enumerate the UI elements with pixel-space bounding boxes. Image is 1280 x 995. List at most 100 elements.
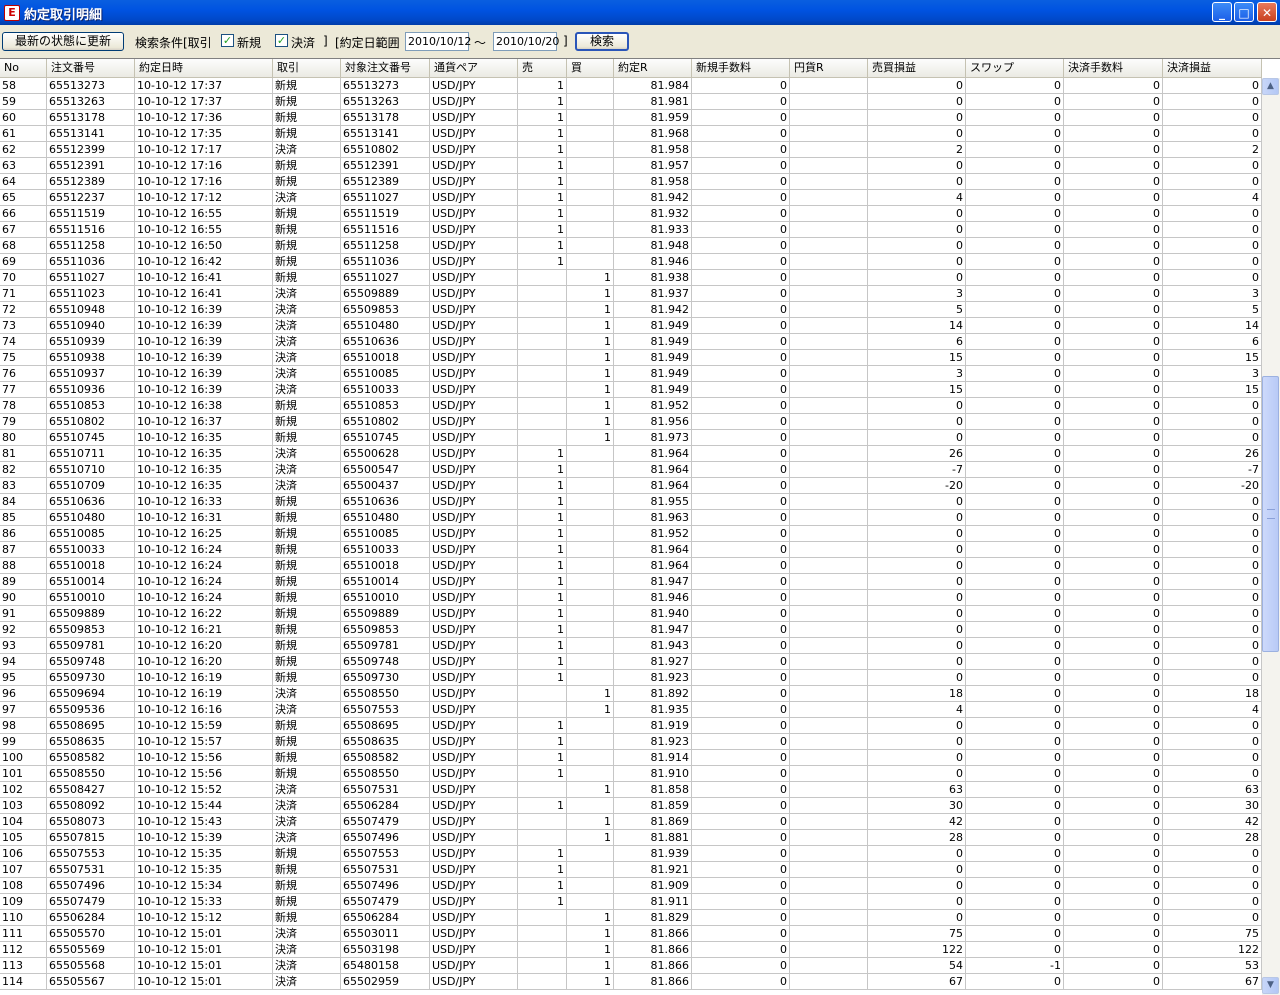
- table-row[interactable]: 71 65511023 10-10-12 16:41 決済 65509889 USD/JP…: [0, 286, 1262, 302]
- table-row[interactable]: 85 65510480 10-10-12 16:31 新規 65510480 USD/JP…: [0, 510, 1262, 526]
- table-row[interactable]: 87 65510033 10-10-12 16:24 新規 65510033 USD/JP…: [0, 542, 1262, 558]
- date-from-field[interactable]: 2010/10/12: [405, 32, 471, 51]
- cell-new-fee: 0: [692, 398, 790, 413]
- table-row[interactable]: 108 65507496 10-10-12 15:34 新規 65507496 USD/J…: [0, 878, 1262, 894]
- new-checkbox[interactable]: ✓: [221, 34, 234, 47]
- table-row[interactable]: 81 65510711 10-10-12 16:35 決済 65500628 USD/JP…: [0, 446, 1262, 462]
- column-header-currency-pair[interactable]: 通貨ペア: [430, 59, 518, 77]
- table-row[interactable]: 82 65510710 10-10-12 16:35 決済 65500547 USD/JP…: [0, 462, 1262, 478]
- table-row[interactable]: 114 65505567 10-10-12 15:01 決済 65502959 USD/J…: [0, 974, 1262, 990]
- table-row[interactable]: 101 65508550 10-10-12 15:56 新規 65508550 USD/J…: [0, 766, 1262, 782]
- column-header-no[interactable]: No: [0, 59, 47, 77]
- table-row[interactable]: 96 65509694 10-10-12 16:19 決済 65508550 USD/JP…: [0, 686, 1262, 702]
- cell-currency-pair: USD/JPY: [430, 590, 518, 605]
- cell-swap: 0: [966, 782, 1064, 797]
- table-row[interactable]: 113 65505568 10-10-12 15:01 決済 65480158 USD/J…: [0, 958, 1262, 974]
- trade-details-table[interactable]: No 注文番号 約定日時 取引 対象注文番号 通貨ペア売買約定R 新規手数料 円貨R 売買損益ス…: [0, 58, 1280, 995]
- table-row[interactable]: 80 65510745 10-10-12 16:35 新規 65510745 USD/JP…: [0, 430, 1262, 446]
- table-row[interactable]: 61 65513141 10-10-12 17:35 新規 65513141 USD/JP…: [0, 126, 1262, 142]
- column-header-buy[interactable]: 買: [567, 59, 614, 77]
- settle-checkbox[interactable]: ✓: [275, 34, 288, 47]
- scroll-thumb[interactable]: [1262, 376, 1279, 652]
- cell-order-number: 65510636: [47, 494, 135, 509]
- search-button[interactable]: 検索: [575, 32, 629, 51]
- column-header-trade-pnl[interactable]: 売買損益: [868, 59, 966, 77]
- table-row[interactable]: 64 65512389 10-10-12 17:16 新規 65512389 USD/JP…: [0, 174, 1262, 190]
- table-row[interactable]: 58 65513273 10-10-12 17:37 新規 65513273 USD/JP…: [0, 78, 1262, 94]
- cell-currency-pair: USD/JPY: [430, 878, 518, 893]
- table-row[interactable]: 86 65510085 10-10-12 16:25 新規 65510085 USD/JP…: [0, 526, 1262, 542]
- column-header-trade-type[interactable]: 取引: [273, 59, 341, 77]
- table-row[interactable]: 97 65509536 10-10-12 16:16 決済 65507553 USD/JP…: [0, 702, 1262, 718]
- column-header-sell[interactable]: 売: [518, 59, 567, 77]
- table-row[interactable]: 102 65508427 10-10-12 15:52 決済 65507531 USD/J…: [0, 782, 1262, 798]
- table-row[interactable]: 75 65510938 10-10-12 16:39 決済 65510018 USD/JP…: [0, 350, 1262, 366]
- table-row[interactable]: 89 65510014 10-10-12 16:24 新規 65510014 USD/JP…: [0, 574, 1262, 590]
- table-row[interactable]: 59 65513263 10-10-12 17:37 新規 65513263 USD/JP…: [0, 94, 1262, 110]
- table-row[interactable]: 111 65505570 10-10-12 15:01 決済 65503011 USD/J…: [0, 926, 1262, 942]
- table-row[interactable]: 109 65507479 10-10-12 15:33 新規 65507479 USD/J…: [0, 894, 1262, 910]
- table-row[interactable]: 78 65510853 10-10-12 16:38 新規 65510853 USD/JP…: [0, 398, 1262, 414]
- cell-exec-rate: 81.909: [614, 878, 692, 893]
- table-row[interactable]: 95 65509730 10-10-12 16:19 新規 65509730 USD/JP…: [0, 670, 1262, 686]
- table-row[interactable]: 84 65510636 10-10-12 16:33 新規 65510636 USD/JP…: [0, 494, 1262, 510]
- table-row[interactable]: 63 65512391 10-10-12 17:16 新規 65512391 USD/JP…: [0, 158, 1262, 174]
- column-header-settle-fee[interactable]: 決済手数料: [1064, 59, 1163, 77]
- table-row[interactable]: 112 65505569 10-10-12 15:01 決済 65503198 USD/J…: [0, 942, 1262, 958]
- cell-exec-datetime: 10-10-12 17:17: [135, 142, 273, 157]
- app-icon[interactable]: E: [4, 5, 20, 21]
- table-row[interactable]: 68 65511258 10-10-12 16:50 新規 65511258 USD/JP…: [0, 238, 1262, 254]
- column-header-swap[interactable]: スワップ: [966, 59, 1064, 77]
- table-row[interactable]: 103 65508092 10-10-12 15:44 決済 65506284 USD/J…: [0, 798, 1262, 814]
- table-row[interactable]: 74 65510939 10-10-12 16:39 決済 65510636 USD/JP…: [0, 334, 1262, 350]
- table-row[interactable]: 67 65511516 10-10-12 16:55 新規 65511516 USD/JP…: [0, 222, 1262, 238]
- table-row[interactable]: 93 65509781 10-10-12 16:20 新規 65509781 USD/JP…: [0, 638, 1262, 654]
- table-row[interactable]: 94 65509748 10-10-12 16:20 新規 65509748 USD/JP…: [0, 654, 1262, 670]
- table-row[interactable]: 60 65513178 10-10-12 17:36 新規 65513178 USD/JP…: [0, 110, 1262, 126]
- table-row[interactable]: 92 65509853 10-10-12 16:21 新規 65509853 USD/JP…: [0, 622, 1262, 638]
- table-row[interactable]: 106 65507553 10-10-12 15:35 新規 65507553 USD/J…: [0, 846, 1262, 862]
- table-row[interactable]: 100 65508582 10-10-12 15:56 新規 65508582 USD/J…: [0, 750, 1262, 766]
- table-row[interactable]: 72 65510948 10-10-12 16:39 決済 65509853 USD/JP…: [0, 302, 1262, 318]
- table-row[interactable]: 99 65508635 10-10-12 15:57 新規 65508635 USD/JP…: [0, 734, 1262, 750]
- table-row[interactable]: 66 65511519 10-10-12 16:55 新規 65511519 USD/JP…: [0, 206, 1262, 222]
- scroll-down-button[interactable]: ▼: [1262, 977, 1279, 994]
- table-row[interactable]: 104 65508073 10-10-12 15:43 決済 65507479 USD/J…: [0, 814, 1262, 830]
- column-header-settle-pnl[interactable]: 決済損益: [1163, 59, 1262, 77]
- table-row[interactable]: 76 65510937 10-10-12 16:39 決済 65510085 USD/JP…: [0, 366, 1262, 382]
- new-checkbox-label[interactable]: 新規: [237, 34, 261, 51]
- cell-exec-rate: 81.914: [614, 750, 692, 765]
- cell-trade-type: 決済: [273, 446, 341, 461]
- table-row[interactable]: 79 65510802 10-10-12 16:37 新規 65510802 USD/JP…: [0, 414, 1262, 430]
- table-row[interactable]: 69 65511036 10-10-12 16:42 新規 65511036 USD/JP…: [0, 254, 1262, 270]
- column-header-exec-rate[interactable]: 約定R: [614, 59, 692, 77]
- table-row[interactable]: 70 65511027 10-10-12 16:41 新規 65511027 USD/JP…: [0, 270, 1262, 286]
- cell-exec-rate: 81.932: [614, 206, 692, 221]
- table-row[interactable]: 107 65507531 10-10-12 15:35 新規 65507531 USD/J…: [0, 862, 1262, 878]
- table-row[interactable]: 88 65510018 10-10-12 16:24 新規 65510018 USD/JP…: [0, 558, 1262, 574]
- column-header-exec-datetime[interactable]: 約定日時: [135, 59, 273, 77]
- column-header-yen-rate[interactable]: 円貨R: [790, 59, 868, 77]
- date-to-field[interactable]: 2010/10/20: [493, 32, 559, 51]
- column-header-new-fee[interactable]: 新規手数料: [692, 59, 790, 77]
- table-row[interactable]: 62 65512399 10-10-12 17:17 決済 65510802 USD/JP…: [0, 142, 1262, 158]
- table-row[interactable]: 65 65512237 10-10-12 17:12 決済 65511027 USD/JP…: [0, 190, 1262, 206]
- refresh-button[interactable]: 最新の状態に更新: [2, 32, 124, 51]
- column-header-target-order-number[interactable]: 対象注文番号: [341, 59, 430, 77]
- title-bar[interactable]: E 約定取引明細 _ □ ✕: [0, 0, 1280, 25]
- settle-checkbox-label[interactable]: 決済: [291, 34, 315, 51]
- scroll-up-button[interactable]: ▲: [1262, 78, 1279, 95]
- column-header-order-number[interactable]: 注文番号: [47, 59, 135, 77]
- maximize-button[interactable]: □: [1234, 2, 1254, 22]
- table-row[interactable]: 105 65507815 10-10-12 15:39 決済 65507496 USD/J…: [0, 830, 1262, 846]
- table-row[interactable]: 73 65510940 10-10-12 16:39 決済 65510480 USD/JP…: [0, 318, 1262, 334]
- table-row[interactable]: 90 65510010 10-10-12 16:24 新規 65510010 USD/JP…: [0, 590, 1262, 606]
- table-row[interactable]: 83 65510709 10-10-12 16:35 決済 65500437 USD/JP…: [0, 478, 1262, 494]
- table-row[interactable]: 98 65508695 10-10-12 15:59 新規 65508695 USD/JP…: [0, 718, 1262, 734]
- vertical-scrollbar[interactable]: ▲ ▼: [1262, 78, 1280, 995]
- close-button[interactable]: ✕: [1257, 2, 1277, 22]
- minimize-button[interactable]: _: [1212, 2, 1232, 22]
- table-row[interactable]: 77 65510936 10-10-12 16:39 決済 65510033 USD/JP…: [0, 382, 1262, 398]
- table-row[interactable]: 110 65506284 10-10-12 15:12 新規 65506284 USD/J…: [0, 910, 1262, 926]
- table-row[interactable]: 91 65509889 10-10-12 16:22 新規 65509889 USD/JP…: [0, 606, 1262, 622]
